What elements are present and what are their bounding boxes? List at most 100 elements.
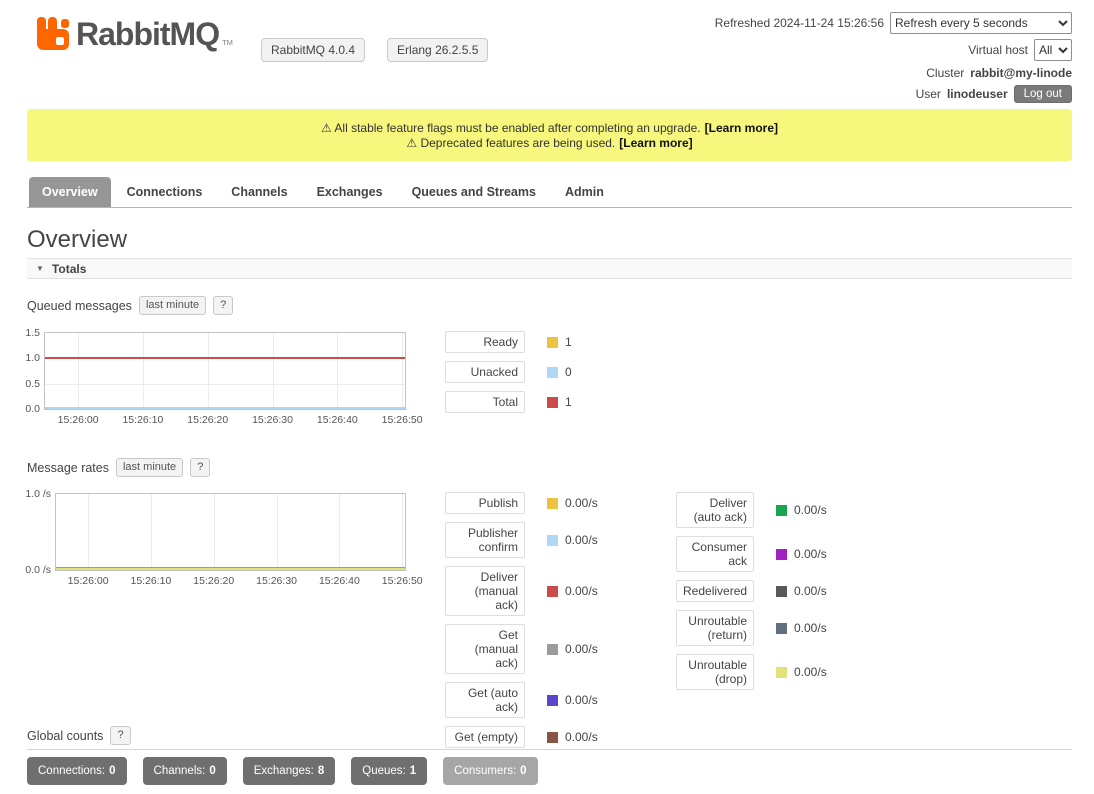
badge-label: Channels: <box>154 765 206 777</box>
x-tick-label: 15:26:30 <box>252 414 293 426</box>
gridline <box>151 494 152 570</box>
header-status-area: Refreshed 2024-11-24 15:26:56 Refresh ev… <box>715 12 1072 103</box>
legend-label: Unroutable (drop) <box>676 654 754 690</box>
global-count-badges: Connections: 0 Channels: 0 Exchanges: 8 … <box>27 757 538 785</box>
legend-swatch-icon <box>547 337 558 348</box>
legend-value: 0.00/s <box>565 584 598 598</box>
legend-row: Total 1 <box>445 391 572 413</box>
legend-swatch-icon <box>776 623 787 634</box>
legend-row: Deliver (auto ack) 0.00/s <box>676 492 827 528</box>
rabbitmq-logo[interactable]: RabbitMQ TM <box>33 14 233 54</box>
legend-swatch-icon <box>547 367 558 378</box>
tab-overview[interactable]: Overview <box>29 177 111 207</box>
channels-count-badge: Channels: 0 <box>143 757 227 785</box>
message-rates-header: Message rates last minute ? <box>27 458 210 477</box>
legend-row: Publisher confirm 0.00/s <box>445 522 598 558</box>
x-tick-label: 15:26:40 <box>319 575 360 587</box>
x-tick-label: 15:26:50 <box>382 414 423 426</box>
user-name: linodeuser <box>947 87 1008 101</box>
legend-value: 0.00/s <box>794 621 827 635</box>
tab-connections[interactable]: Connections <box>114 177 216 207</box>
consumers-count-badge: Consumers: 0 <box>443 757 537 785</box>
feature-flags-warning: ⚠ All stable feature flags must be enabl… <box>321 121 778 135</box>
message-rates-range-button[interactable]: last minute <box>116 458 183 477</box>
legend-label: Unacked <box>445 361 525 383</box>
legend-label: Ready <box>445 331 525 353</box>
legend-row: Get (auto ack) 0.00/s <box>445 682 598 718</box>
queued-messages-title: Queued messages <box>27 299 132 313</box>
global-counts-help-button[interactable]: ? <box>110 726 130 745</box>
user-row: User linodeuser Log out <box>916 85 1072 103</box>
virtual-host-select[interactable]: All <box>1034 39 1072 61</box>
message-rates-legend-right: Deliver (auto ack) 0.00/s Consumer ack 0… <box>676 492 827 690</box>
badge-label: Exchanges: <box>254 765 314 777</box>
tab-exchanges[interactable]: Exchanges <box>304 177 396 207</box>
deprecated-features-warning: ⚠ Deprecated features are being used.[Le… <box>406 136 692 150</box>
message-rates-title: Message rates <box>27 461 109 475</box>
legend-swatch-icon <box>547 535 558 546</box>
x-tick-label: 15:26:50 <box>382 575 423 587</box>
legend-value: 0.00/s <box>565 693 598 707</box>
y-tick-label: 1.0 <box>25 352 40 364</box>
y-tick-label: 1.5 <box>25 327 40 339</box>
x-tick-label: 15:26:00 <box>58 414 99 426</box>
legend-row: Unacked 0 <box>445 361 572 383</box>
queued-messages-legend: Ready 1 Unacked 0 Total 1 <box>445 331 572 413</box>
tab-queues-and-streams[interactable]: Queues and Streams <box>399 177 549 207</box>
y-tick-label: 0.5 <box>25 378 40 390</box>
logo-wordmark: RabbitMQ <box>76 14 219 54</box>
main-nav-tabs: Overview Connections Channels Exchanges … <box>27 177 1072 208</box>
gridline <box>277 494 278 570</box>
legend-swatch-icon <box>776 505 787 516</box>
legend-label: Deliver (manual ack) <box>445 566 525 616</box>
x-tick-label: 15:26:20 <box>187 414 228 426</box>
tab-channels[interactable]: Channels <box>218 177 300 207</box>
page-title: Overview <box>27 226 127 254</box>
legend-swatch-icon <box>547 586 558 597</box>
legend-row: Get (empty) 0.00/s <box>445 726 598 748</box>
warning-banner: ⚠ All stable feature flags must be enabl… <box>27 109 1072 161</box>
footer-divider <box>27 749 1072 750</box>
legend-row: Deliver (manual ack) 0.00/s <box>445 566 598 616</box>
deprecated-learn-more-link[interactable]: [Learn more] <box>619 136 692 150</box>
feature-flags-learn-more-link[interactable]: [Learn more] <box>705 121 778 135</box>
refresh-interval-select[interactable]: Refresh every 5 seconds <box>890 12 1072 34</box>
connections-count-badge: Connections: 0 <box>27 757 127 785</box>
badge-label: Queues: <box>362 765 405 777</box>
totals-section-header[interactable]: ▼ Totals <box>27 258 1072 279</box>
gridline <box>402 333 403 409</box>
queued-messages-help-button[interactable]: ? <box>213 296 233 315</box>
legend-value: 1 <box>565 335 572 349</box>
legend-row: Get (manual ack) 0.00/s <box>445 624 598 674</box>
legend-label: Consumer ack <box>676 536 754 572</box>
legend-value: 0.00/s <box>794 503 827 517</box>
virtual-host-label: Virtual host <box>968 43 1028 57</box>
trademark-label: TM <box>222 38 233 47</box>
legend-value: 0.00/s <box>565 496 598 510</box>
rabbitmq-management-page: RabbitMQ TM RabbitMQ 4.0.4 Erlang 26.2.5… <box>0 0 1094 794</box>
legend-label: Publisher confirm <box>445 522 525 558</box>
rabbitmq-logo-icon <box>33 14 73 54</box>
gridline <box>78 333 79 409</box>
legend-swatch-icon <box>776 549 787 560</box>
gridline <box>337 333 338 409</box>
refresh-row: Refreshed 2024-11-24 15:26:56 Refresh ev… <box>715 12 1072 34</box>
badge-label: Consumers: <box>454 765 516 777</box>
legend-row: Redelivered 0.00/s <box>676 580 827 602</box>
legend-row: Unroutable (drop) 0.00/s <box>676 654 827 690</box>
gridline <box>208 333 209 409</box>
collapse-triangle-icon: ▼ <box>36 264 44 273</box>
tab-admin[interactable]: Admin <box>552 177 617 207</box>
x-tick-label: 15:26:30 <box>256 575 297 587</box>
legend-row: Consumer ack 0.00/s <box>676 536 827 572</box>
x-tick-label: 15:26:40 <box>317 414 358 426</box>
legend-swatch-icon <box>776 586 787 597</box>
message-rates-help-button[interactable]: ? <box>190 458 210 477</box>
gridline <box>88 494 89 570</box>
message-rates-legend-left: Publish 0.00/s Publisher confirm 0.00/s … <box>445 492 598 748</box>
legend-value: 0.00/s <box>794 547 827 561</box>
queued-messages-range-button[interactable]: last minute <box>139 296 206 315</box>
x-tick-label: 15:26:00 <box>68 575 109 587</box>
logout-button[interactable]: Log out <box>1014 85 1072 103</box>
queued-messages-header: Queued messages last minute ? <box>27 296 233 315</box>
